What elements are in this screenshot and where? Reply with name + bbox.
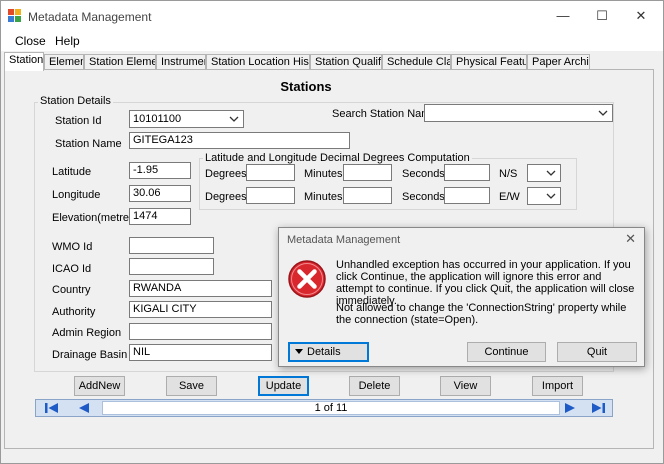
lat-degrees-field[interactable]	[246, 164, 295, 181]
ns-label: N/S	[499, 168, 518, 180]
admin-region-field[interactable]	[129, 323, 272, 340]
tab-schedule-class[interactable]: Schedule Class	[382, 54, 451, 70]
tab-station-qualifier[interactable]: Station Qualifier	[310, 54, 382, 70]
long-minutes-field[interactable]	[343, 187, 392, 204]
minimize-button[interactable]: —	[553, 7, 573, 25]
ew-label: E/W	[499, 191, 520, 203]
longitude-label: Longitude	[52, 189, 101, 201]
title-bar: Metadata Management — ☐ ✕	[1, 1, 663, 31]
tab-physical-feature[interactable]: Physical Feature	[451, 54, 527, 70]
tab-instrument[interactable]: Instrument	[156, 54, 206, 70]
tab-paper-archive[interactable]: Paper Archive	[527, 54, 590, 70]
ns-combo[interactable]	[527, 164, 561, 182]
view-button[interactable]: View	[440, 376, 491, 396]
lat-minutes-field[interactable]	[343, 164, 392, 181]
drainage-basin-label: Drainage Basin	[52, 349, 128, 361]
chevron-down-icon	[229, 116, 239, 122]
ew-combo[interactable]	[527, 187, 561, 205]
station-name-field[interactable]: GITEGA123	[129, 132, 350, 149]
window-title: Metadata Management	[28, 10, 152, 24]
tab-element[interactable]: Element	[44, 54, 84, 70]
tab-station-location-history[interactable]: Station Location History	[206, 54, 310, 70]
save-button[interactable]: Save	[166, 376, 217, 396]
latitude-label: Latitude	[52, 166, 92, 178]
error-dialog: Metadata Management ✕ Unhandled exceptio…	[278, 227, 645, 367]
previous-record-icon[interactable]	[74, 401, 94, 415]
long-minutes-label: Minutes	[304, 191, 343, 203]
details-button[interactable]: Details	[288, 342, 369, 362]
authority-label: Authority	[52, 306, 96, 318]
lat-seconds-field[interactable]	[444, 164, 490, 181]
dialog-title: Metadata Management	[287, 234, 401, 246]
update-button[interactable]: Update	[258, 376, 309, 396]
station-id-combo[interactable]: 10101100	[129, 110, 244, 128]
search-station-combo[interactable]	[424, 104, 613, 122]
authority-field[interactable]: KIGALI CITY	[129, 301, 272, 318]
icao-id-label: ICAO Id	[52, 263, 92, 275]
lat-degrees-label: Degrees	[205, 168, 247, 180]
maximize-button[interactable]: ☐	[592, 7, 612, 25]
long-degrees-field[interactable]	[246, 187, 295, 204]
drainage-basin-field[interactable]: NIL	[129, 344, 272, 361]
next-record-icon[interactable]	[560, 401, 580, 415]
tab-station-element[interactable]: Station Element	[84, 54, 156, 70]
long-seconds-field[interactable]	[444, 187, 490, 204]
chevron-down-icon	[546, 170, 556, 176]
menu-help[interactable]: Help	[55, 34, 80, 48]
search-station-label: Search Station Name	[332, 108, 437, 120]
dialog-close-icon[interactable]: ✕	[625, 231, 636, 247]
tab-station[interactable]: Station	[4, 52, 44, 71]
chevron-down-icon	[295, 349, 303, 355]
dialog-message: Unhandled exception has occurred in your…	[336, 259, 635, 307]
long-seconds-label: Seconds	[402, 191, 445, 203]
app-icon	[8, 9, 21, 22]
station-name-label: Station Name	[55, 138, 122, 150]
details-button-label: Details	[307, 346, 341, 358]
wmo-id-label: WMO Id	[52, 241, 93, 253]
admin-region-label: Admin Region	[52, 327, 122, 339]
station-details-label: Station Details	[38, 95, 113, 107]
error-icon	[288, 260, 326, 298]
longitude-field[interactable]: 30.06	[129, 185, 191, 202]
lat-minutes-label: Minutes	[304, 168, 343, 180]
delete-button[interactable]: Delete	[349, 376, 400, 396]
continue-button[interactable]: Continue	[467, 342, 546, 362]
record-position[interactable]: 1 of 11	[102, 401, 560, 415]
long-degrees-label: Degrees	[205, 191, 247, 203]
lat-seconds-label: Seconds	[402, 168, 445, 180]
wmo-id-field[interactable]	[129, 237, 214, 254]
record-navigator: 1 of 11	[35, 399, 613, 417]
icao-id-field[interactable]	[129, 258, 214, 275]
elevation-field[interactable]: 1474	[129, 208, 191, 225]
latitude-field[interactable]: -1.95	[129, 162, 191, 179]
dialog-detail: Not allowed to change the 'ConnectionStr…	[336, 302, 627, 326]
chevron-down-icon	[598, 110, 608, 116]
last-record-icon[interactable]	[588, 401, 608, 415]
import-button[interactable]: Import	[532, 376, 583, 396]
menu-close[interactable]: Close	[15, 34, 46, 48]
station-id-label: Station Id	[55, 115, 102, 127]
country-label: Country	[52, 284, 91, 296]
tab-strip: Station Element Station Element Instrume…	[1, 52, 663, 71]
station-id-value: 10101100	[133, 113, 182, 125]
page-title: Stations	[280, 79, 332, 94]
close-window-button[interactable]: ✕	[631, 7, 651, 25]
chevron-down-icon	[546, 193, 556, 199]
elevation-label: Elevation(metres)	[52, 212, 139, 224]
lat-long-conversion-label: Latitude and Longitude Decimal Degrees C…	[203, 152, 472, 164]
add-new-button[interactable]: AddNew	[74, 376, 125, 396]
quit-button[interactable]: Quit	[557, 342, 637, 362]
menu-bar: Close Help	[1, 31, 663, 51]
first-record-icon[interactable]	[42, 401, 62, 415]
country-field[interactable]: RWANDA	[129, 280, 272, 297]
